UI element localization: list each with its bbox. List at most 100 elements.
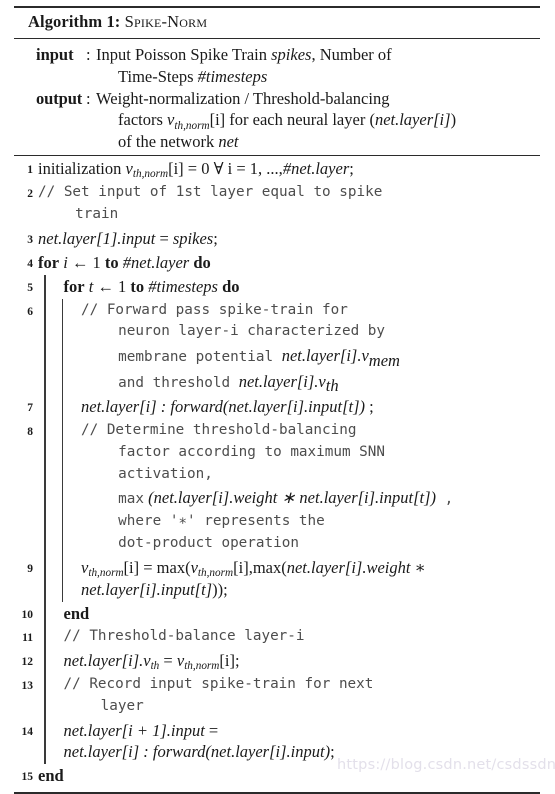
to-keyword: to — [104, 252, 123, 272]
line-number: 11 — [22, 632, 33, 645]
for-var: t — [84, 276, 98, 296]
algorithm-line: 9 vth,norm[i] = max(vth,norm[i],max(net.… — [14, 555, 540, 602]
algorithm-line: 15 end — [14, 764, 540, 788]
for-var: i — [59, 252, 72, 272]
line-content: // Forward pass spike-train for neuron la… — [79, 299, 540, 396]
indent-rule-level-1 — [44, 625, 46, 650]
comment-text: // Record input spike-train for next laye… — [64, 674, 541, 717]
output-vthnorm-sub: th,norm — [174, 119, 210, 132]
indent-guides — [36, 555, 79, 602]
line-number: 1 — [27, 164, 33, 177]
input-text-c: Time-Steps — [118, 66, 198, 86]
max-expression: (net.layer[i].weight ∗ net.layer[i].inpu… — [144, 488, 437, 508]
indent-guides — [36, 601, 62, 626]
membrane-potential-var: net.layer[i].v — [281, 345, 369, 365]
output-value: Weight-normalization / Threshold-balanci… — [96, 88, 390, 108]
assign-rhs: spikes — [172, 228, 214, 248]
vth-lhs: net.layer[i].v — [63, 651, 151, 671]
equation-line-1: net.layer[i + 1].input = — [64, 720, 541, 742]
comment-line: where '∗' represents the — [118, 513, 325, 530]
algorithm-line: 7 net.layer[i] : forward(net.layer[i].in… — [14, 395, 540, 420]
output-netlayer-var: net.layer[i] — [374, 110, 451, 130]
init-text: initialization — [38, 159, 126, 179]
indent-rule-level-1 — [44, 601, 46, 626]
for-keyword: for — [63, 276, 85, 296]
input-value: Input Poisson Spike Train spikes, Number… — [96, 44, 540, 66]
comment-line: factor according to maximum SNN — [118, 444, 386, 461]
indent-rule-level-1 — [44, 718, 46, 765]
vthnorm-var-2: v — [190, 557, 198, 577]
input-text-a: Input Poisson Spike Train — [96, 44, 272, 64]
comment-line: train — [75, 205, 119, 222]
indent-rule-level-1 — [44, 298, 46, 396]
line-number: 2 — [27, 188, 33, 201]
init-expr: [i] = 0 ∀ i = 1, ..., — [168, 159, 283, 179]
for-keyword: for — [38, 252, 60, 272]
output-text-c: ) — [450, 110, 457, 130]
line-number: 14 — [21, 725, 34, 738]
indent-rule-level-2 — [61, 555, 63, 602]
for-arrow: ← 1 — [71, 252, 105, 272]
line-content: end — [62, 602, 541, 626]
line-number: 6 — [27, 305, 33, 318]
output-continuation-1: factors vth,norm[i] for each neural laye… — [14, 109, 540, 131]
comment-text: // Set input of 1st layer equal to spike… — [38, 182, 540, 225]
line-content: vth,norm[i] = max(vth,norm[i],max(net.la… — [79, 556, 540, 602]
algorithm-caption-name: Spike-Norm — [124, 12, 208, 31]
threshold-sub: th — [325, 376, 339, 396]
vthnorm-rhs-sub: th,norm — [184, 660, 220, 673]
line-number: 5 — [27, 281, 33, 294]
indent-rule-level-1 — [44, 419, 46, 556]
for-bound: #timesteps — [148, 276, 218, 296]
output-text-a: factors — [118, 110, 168, 130]
to-keyword: to — [130, 276, 149, 296]
comment-line: and threshold net.layer[i].vth — [81, 369, 540, 395]
line-number: 3 — [27, 233, 33, 246]
weight-var: net.layer[i].weight — [286, 557, 411, 577]
indent-rule-level-2 — [61, 419, 63, 556]
line-content: // Determine threshold-balancing factor a… — [79, 419, 540, 555]
indent-guides — [36, 649, 62, 674]
line-number: 4 — [27, 257, 33, 270]
comment-line: // Determine threshold-balancing — [81, 422, 357, 439]
comment-line: max (net.layer[i].weight ∗ net.layer[i].… — [81, 485, 540, 511]
do-keyword: do — [189, 252, 211, 272]
membrane-potential-sub: mem — [368, 350, 400, 370]
init-netlayer-count: #net.layer — [282, 159, 350, 179]
line-content: net.layer[i] : forward(net.layer[i].inpu… — [79, 395, 540, 419]
line-number: 8 — [27, 426, 33, 439]
line-number: 9 — [27, 562, 33, 575]
init-semicolon: ; — [349, 159, 354, 179]
eq-text-b: [i],max( — [233, 557, 287, 577]
indent-guides — [36, 625, 62, 650]
indent-guides — [36, 718, 62, 765]
algorithm-caption-prefix: Algorithm 1: — [28, 12, 121, 31]
algorithm-line: 6 // Forward pass spike-train for neuron … — [14, 298, 540, 396]
line-content: for i ← 1 to #net.layer do — [36, 251, 540, 275]
comment-line: // Forward pass spike-train for — [81, 301, 348, 318]
eq-star: ∗ — [410, 557, 426, 577]
line-content: // Set input of 1st layer equal to spike… — [36, 181, 540, 226]
comment-text-a: membrane potential — [118, 348, 282, 365]
algorithm-line: 4 for i ← 1 to #net.layer do — [14, 251, 540, 275]
indent-rule-level-2 — [61, 395, 63, 420]
threshold-var: net.layer[i].v — [238, 371, 326, 391]
output-label: output — [36, 88, 83, 108]
vth-lhs-sub: th — [150, 660, 160, 673]
comment-text-b: and threshold — [118, 374, 239, 391]
next-input-rhs: net.layer[i] : forward(net.layer[i].inpu… — [63, 742, 331, 762]
comment-text: // Threshold-balance layer-i — [63, 628, 305, 645]
io-block: input : Input Poisson Spike Train spikes… — [14, 39, 540, 156]
algorithm-line: 14 net.layer[i + 1].input = net.layer[i] … — [14, 718, 541, 765]
line-content: // Threshold-balance layer-i — [62, 625, 541, 649]
assign-lhs: net.layer[1].input — [38, 228, 156, 248]
comment-text: // Determine threshold-balancing factor a… — [81, 420, 540, 554]
line-content: initialization vth,norm[i] = 0 ∀ i = 1, … — [36, 157, 540, 181]
algorithm-line: 10 end — [14, 601, 541, 626]
algorithm-block: Algorithm 1: Spike-Norm input : Input Po… — [14, 6, 540, 794]
end-keyword: end — [63, 603, 90, 623]
algorithm-line: 5 for t ← 1 to #timesteps do — [14, 274, 540, 299]
line-content: net.layer[1].input = spikes; — [36, 227, 540, 251]
comment-line: // Record input spike-train for next — [63, 676, 374, 693]
next-input-eq: = — [204, 720, 219, 740]
